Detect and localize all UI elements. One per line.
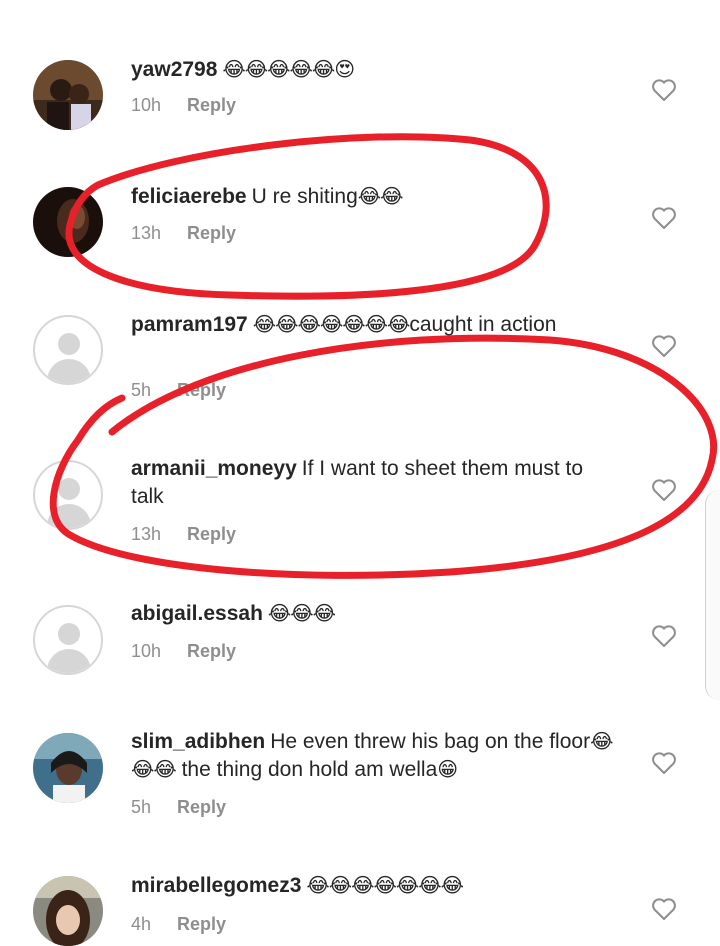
comment-time: 13h (131, 524, 162, 544)
annotation-circle-1 (65, 133, 550, 300)
comment-time: 13h (131, 223, 162, 243)
comment-meta: 10h Reply (131, 641, 236, 662)
comment-time: 10h (131, 95, 162, 115)
comment-text: armanii_moneyy If I want to sheet them mu… (131, 455, 621, 511)
heart-outline-icon[interactable] (651, 897, 677, 921)
comment-username[interactable]: mirabellegomez3 (131, 874, 301, 897)
comment-body: the thing don hold am wella (175, 758, 438, 781)
comment-meta: 13h Reply (131, 524, 236, 545)
reply-button[interactable]: Reply (187, 524, 236, 544)
heart-outline-icon[interactable] (651, 624, 677, 648)
reply-button[interactable]: Reply (187, 223, 236, 243)
comment-text: abigail.essah 😂😂😂 (131, 600, 631, 628)
comment-time: 10h (131, 641, 162, 661)
comment-emoji: 😂😂😂😂😂😂😂 (306, 875, 464, 897)
comment-username[interactable]: yaw2798 (131, 58, 217, 81)
comment-meta: 4h Reply (131, 914, 226, 935)
comment-time: 4h (131, 914, 152, 934)
comment-text: pamram197 😂😂😂😂😂😂😂caught in action (131, 311, 601, 339)
comment-meta: 5h Reply (131, 797, 226, 818)
comment-username[interactable]: pamram197 (131, 313, 248, 336)
heart-outline-icon[interactable] (651, 751, 677, 775)
comment-meta: 13h Reply (131, 223, 236, 244)
default-avatar-icon[interactable] (33, 315, 103, 385)
avatar[interactable] (33, 733, 103, 803)
comment-text: feliciaerebe U re shiting😂😂 (131, 183, 631, 211)
comment-emoji: 😂😂😂😂😂😍 (222, 59, 355, 81)
comment-meta: 10h Reply (131, 95, 236, 116)
comment-emoji: 😂😂😂😂😂😂😂 (252, 314, 411, 336)
heart-outline-icon[interactable] (651, 334, 677, 358)
comment-body: He even threw his bag on the floor (270, 730, 591, 753)
reply-button[interactable]: Reply (177, 380, 226, 400)
comment-username[interactable]: feliciaerebe (131, 185, 247, 208)
heart-outline-icon[interactable] (651, 478, 677, 502)
comment-meta: 5h Reply (131, 380, 226, 401)
reply-button[interactable]: Reply (187, 95, 236, 115)
comment-text: yaw2798 😂😂😂😂😂😍 (131, 56, 631, 84)
default-avatar-icon[interactable] (33, 605, 103, 675)
default-avatar-icon[interactable] (33, 460, 103, 530)
comment-body: U re shiting (251, 185, 358, 208)
comment-emoji: 😂😂😂 (267, 603, 336, 625)
avatar[interactable] (33, 876, 103, 946)
comment-text: slim_adibhen He even threw his bag on the… (131, 728, 621, 784)
reply-button[interactable]: Reply (177, 797, 226, 817)
comment-body: caught in action (409, 313, 557, 336)
comment-username[interactable]: armanii_moneyy (131, 457, 297, 480)
comment-username[interactable]: slim_adibhen (131, 730, 265, 753)
reply-button[interactable]: Reply (177, 914, 226, 934)
avatar[interactable] (33, 187, 103, 257)
comment-text: mirabellegomez3 😂😂😂😂😂😂😂 (131, 872, 631, 900)
comment-time: 5h (131, 797, 152, 817)
avatar[interactable] (33, 60, 103, 130)
comment-username[interactable]: abigail.essah (131, 602, 263, 625)
comment-emoji: 😂😂 (357, 186, 404, 208)
comment-time: 5h (131, 380, 152, 400)
comment-emoji: 😁 (437, 759, 458, 781)
scrollbar[interactable] (705, 490, 720, 700)
heart-outline-icon[interactable] (651, 206, 677, 230)
reply-button[interactable]: Reply (187, 641, 236, 661)
heart-outline-icon[interactable] (651, 78, 677, 102)
